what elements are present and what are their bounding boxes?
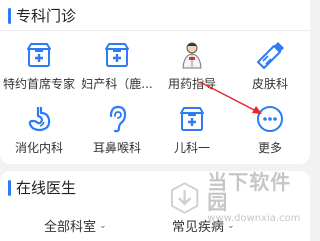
department-label: 妇产科（鹿...	[81, 77, 153, 91]
department-item-obstetrics[interactable]: 妇产科（鹿...	[81, 38, 153, 98]
ear-icon	[100, 102, 134, 136]
department-item-gastroenterology[interactable]: 消化内科	[4, 102, 74, 162]
specialty-clinic-card: 专科门诊 特约首席专家 妇产科（鹿... 用药指导 皮肤科 消化内科 耳鼻喉科 …	[0, 0, 310, 164]
chevron-down-icon: ⌄	[99, 220, 107, 231]
department-label: 耳鼻喉科	[92, 141, 141, 155]
department-item-dermatology[interactable]: 皮肤科	[235, 38, 305, 98]
department-item-medication-guide[interactable]: 用药指导	[157, 38, 227, 98]
department-label: 更多	[257, 141, 282, 155]
department-label: 皮肤科	[251, 77, 288, 91]
divider	[0, 30, 310, 31]
section-accent-bar	[8, 7, 11, 24]
disease-filter-dropdown[interactable]: 常见疾病 ⌄	[172, 216, 235, 235]
specialty-clinic-header: 专科门诊	[8, 5, 76, 26]
hospital-icon	[100, 38, 134, 72]
section-title: 在线医生	[16, 179, 77, 197]
department-item-ent[interactable]: 耳鼻喉科	[82, 102, 152, 162]
department-item-more[interactable]: 更多	[235, 102, 305, 162]
download-logo-icon	[170, 182, 199, 214]
department-label: 儿科一	[173, 141, 210, 155]
department-item-pediatrics[interactable]: 儿科一	[157, 102, 227, 162]
section-title: 专科门诊	[16, 7, 77, 25]
department-label: 用药指导	[167, 77, 216, 91]
stomach-icon	[22, 102, 56, 136]
department-label: 消化内科	[14, 141, 63, 155]
doctor-filter-bar: 全部科室 ⌄ 常见疾病 ⌄	[0, 212, 310, 238]
watermark-text: 当下软件园	[207, 170, 292, 214]
section-accent-bar	[8, 179, 11, 196]
department-item-chief-expert[interactable]: 特约首席专家	[2, 38, 75, 98]
more-dots-icon	[253, 102, 287, 136]
chevron-down-icon: ⌄	[227, 220, 235, 231]
filter-label: 常见疾病	[172, 220, 225, 235]
department-label: 特约首席专家	[2, 77, 75, 91]
filter-label: 全部科室	[44, 220, 97, 235]
hospital-icon	[175, 102, 209, 136]
hospital-icon	[22, 38, 56, 72]
online-doctor-header: 在线医生	[8, 177, 76, 198]
department-filter-dropdown[interactable]: 全部科室 ⌄	[44, 216, 107, 235]
doctor-icon	[175, 38, 209, 72]
skin-cream-icon	[253, 38, 287, 72]
